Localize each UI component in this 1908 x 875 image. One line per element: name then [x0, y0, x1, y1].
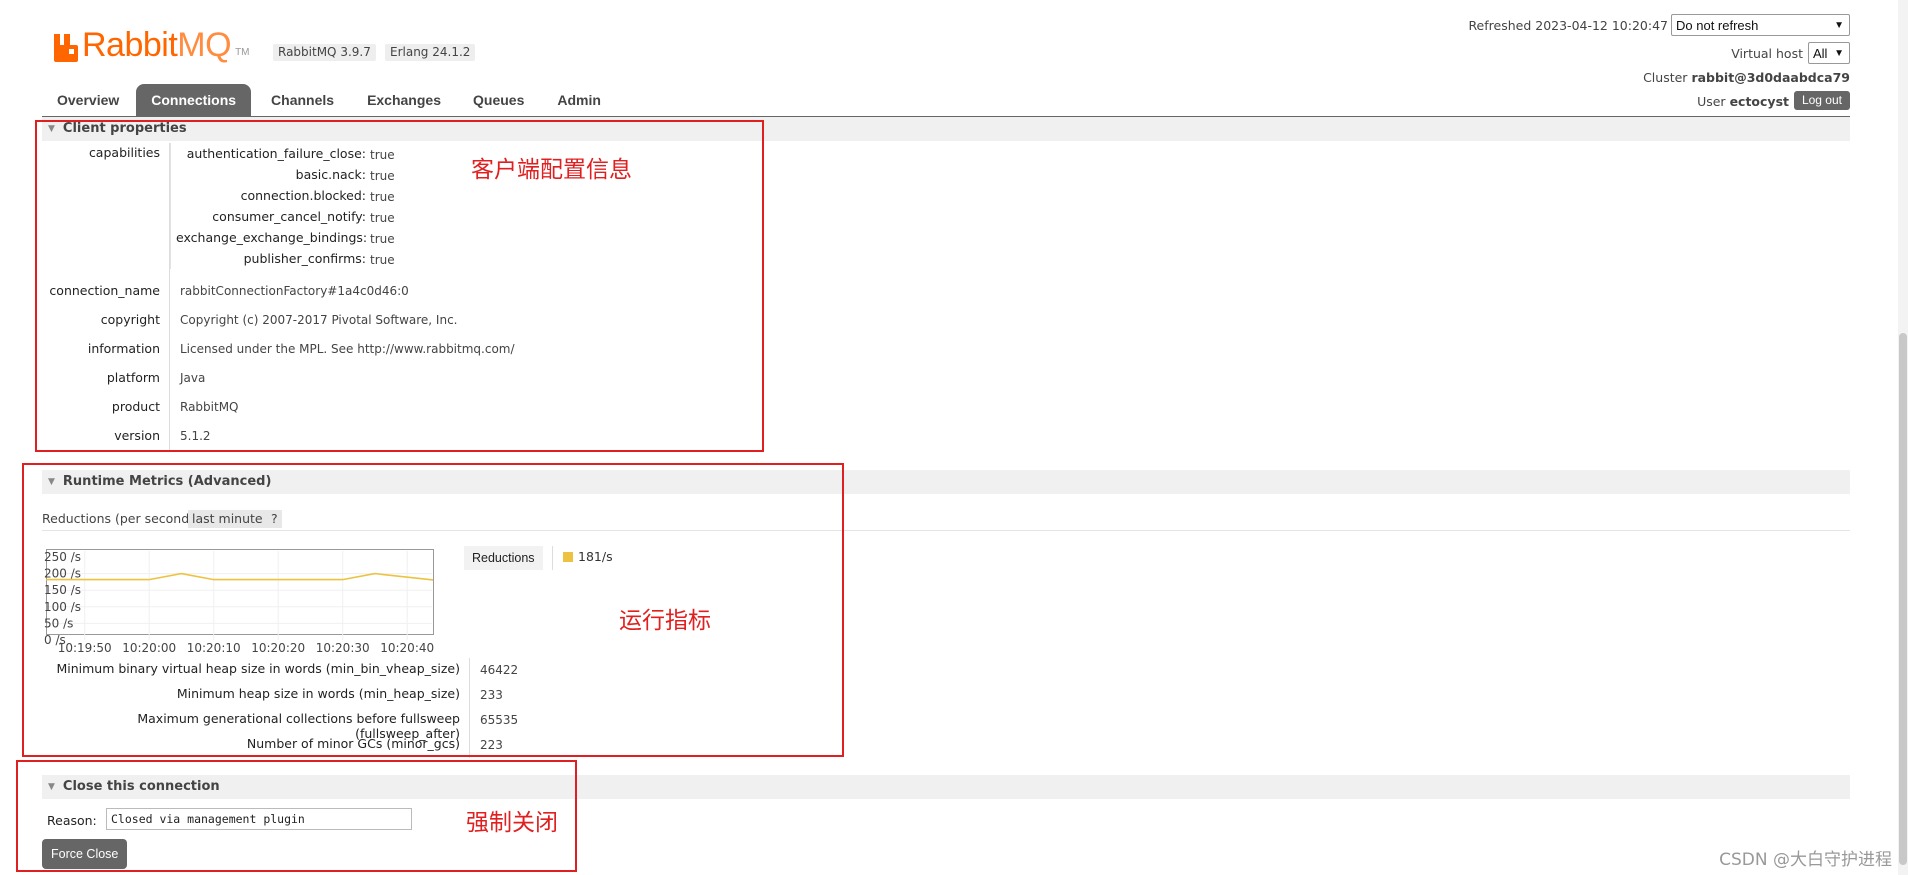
chevron-down-icon: ▼: [1834, 48, 1844, 59]
user-name: ectocyst: [1729, 94, 1789, 109]
refresh-select-value: Do not refresh: [1676, 18, 1759, 33]
refresh-interval-select[interactable]: Do not refresh ▼: [1671, 14, 1850, 36]
logout-button[interactable]: Log out: [1793, 91, 1850, 110]
annotation-box-runtime-metrics: [22, 463, 844, 757]
annotation-client-properties: 客户端配置信息: [471, 157, 632, 183]
virtual-host-select[interactable]: All ▼: [1808, 42, 1850, 64]
cluster-name: rabbit@3d0daabdca79: [1691, 70, 1850, 85]
scrollbar-thumb[interactable]: [1899, 333, 1907, 865]
refreshed-timestamp: Refreshed 2023-04-12 10:20:47: [1468, 18, 1668, 33]
user-label: User: [1697, 94, 1726, 109]
annotation-close-connection: 强制关闭: [466, 810, 558, 836]
cluster-label: Cluster: [1643, 70, 1688, 85]
annotation-box-client-properties: [35, 120, 764, 452]
user-info: User ectocyst: [1697, 94, 1789, 109]
csdn-watermark: CSDN @大白守护进程: [1719, 850, 1892, 870]
virtual-host-label: Virtual host: [1731, 46, 1803, 61]
annotation-runtime-metrics: 运行指标: [619, 608, 711, 634]
virtual-host-select-value: All: [1813, 46, 1828, 61]
tab-admin[interactable]: Admin: [542, 84, 616, 116]
cluster-info: Cluster rabbit@3d0daabdca79: [1643, 70, 1850, 85]
chevron-down-icon: ▼: [1834, 20, 1844, 31]
